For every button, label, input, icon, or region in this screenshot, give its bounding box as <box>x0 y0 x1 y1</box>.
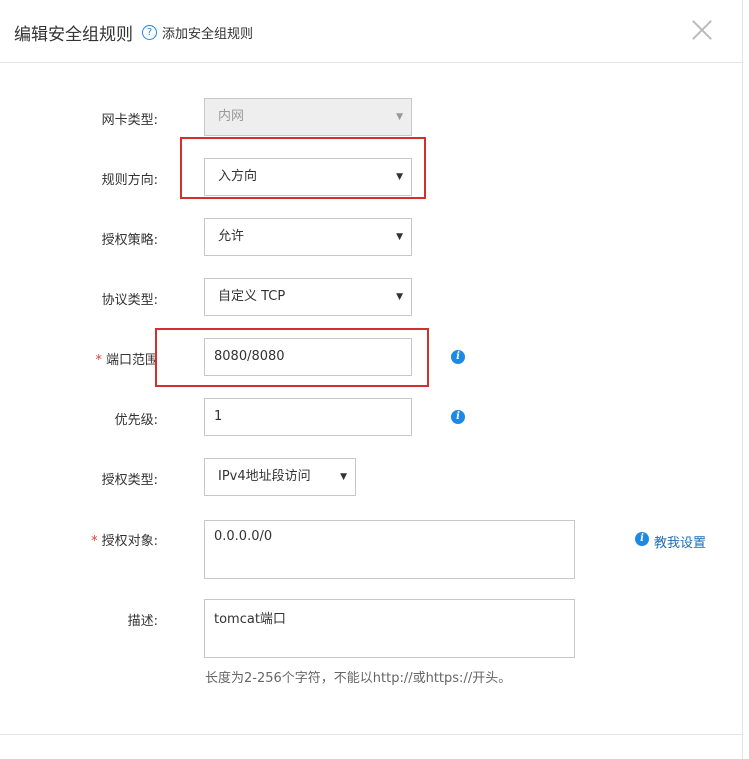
description-label: 描述: <box>127 614 158 629</box>
required-mark: * <box>91 534 98 549</box>
direction-label: 规则方向: <box>101 173 158 188</box>
auth-object-textarea[interactable]: 0.0.0.0/0 <box>204 520 575 579</box>
chevron-down-icon: ▼ <box>340 472 347 482</box>
teach-me-link[interactable]: 教我设置 <box>654 532 706 551</box>
chevron-down-icon: ▼ <box>396 292 403 302</box>
direction-value: 入方向 <box>218 169 258 184</box>
chevron-down-icon: ▼ <box>396 232 403 242</box>
auth-type-value: IPv4地址段访问 <box>218 469 311 484</box>
protocol-label: 协议类型: <box>101 293 158 308</box>
dialog-title: 编辑安全组规则 <box>14 25 133 45</box>
dialog-header: 编辑安全组规则 ? 添加安全组规则 <box>0 0 742 63</box>
auth-type-select[interactable]: IPv4地址段访问 ▼ <box>204 458 356 496</box>
policy-label: 授权策略: <box>101 233 158 248</box>
auth-type-label: 授权类型: <box>101 473 158 488</box>
nic-type-label: 网卡类型: <box>101 113 158 128</box>
help-link-add-rule[interactable]: 添加安全组规则 <box>162 23 253 42</box>
priority-label: 优先级: <box>114 413 158 428</box>
priority-input[interactable]: 1 <box>204 398 412 436</box>
description-hint: 长度为2-256个字符，不能以http://或https://开头。 <box>205 671 512 686</box>
description-value: tomcat端口 <box>214 612 286 627</box>
priority-value: 1 <box>214 409 223 424</box>
footer-divider <box>0 734 742 735</box>
port-range-label: * 端口范围 <box>95 353 158 368</box>
chevron-down-icon: ▼ <box>396 112 403 122</box>
auth-object-value: 0.0.0.0/0 <box>214 529 273 544</box>
close-icon[interactable] <box>688 16 716 44</box>
nic-type-select: 内网 ▼ <box>204 98 412 136</box>
info-icon[interactable]: i <box>451 410 465 424</box>
description-textarea[interactable]: tomcat端口 <box>204 599 575 658</box>
chevron-down-icon: ▼ <box>396 172 403 182</box>
direction-select[interactable]: 入方向 ▼ <box>204 158 412 196</box>
dialog-right-border <box>742 0 743 759</box>
auth-object-label: * 授权对象: <box>91 534 158 549</box>
nic-type-value: 内网 <box>218 109 245 124</box>
protocol-value: 自定义 TCP <box>218 289 286 304</box>
policy-value: 允许 <box>218 229 245 244</box>
protocol-select[interactable]: 自定义 TCP ▼ <box>204 278 412 316</box>
port-range-value: 8080/8080 <box>214 349 285 364</box>
port-range-input[interactable]: 8080/8080 <box>204 338 412 376</box>
help-icon[interactable]: ? <box>142 25 157 40</box>
required-mark: * <box>95 353 102 368</box>
info-icon[interactable]: i <box>451 350 465 364</box>
info-icon: i <box>635 532 649 546</box>
policy-select[interactable]: 允许 ▼ <box>204 218 412 256</box>
